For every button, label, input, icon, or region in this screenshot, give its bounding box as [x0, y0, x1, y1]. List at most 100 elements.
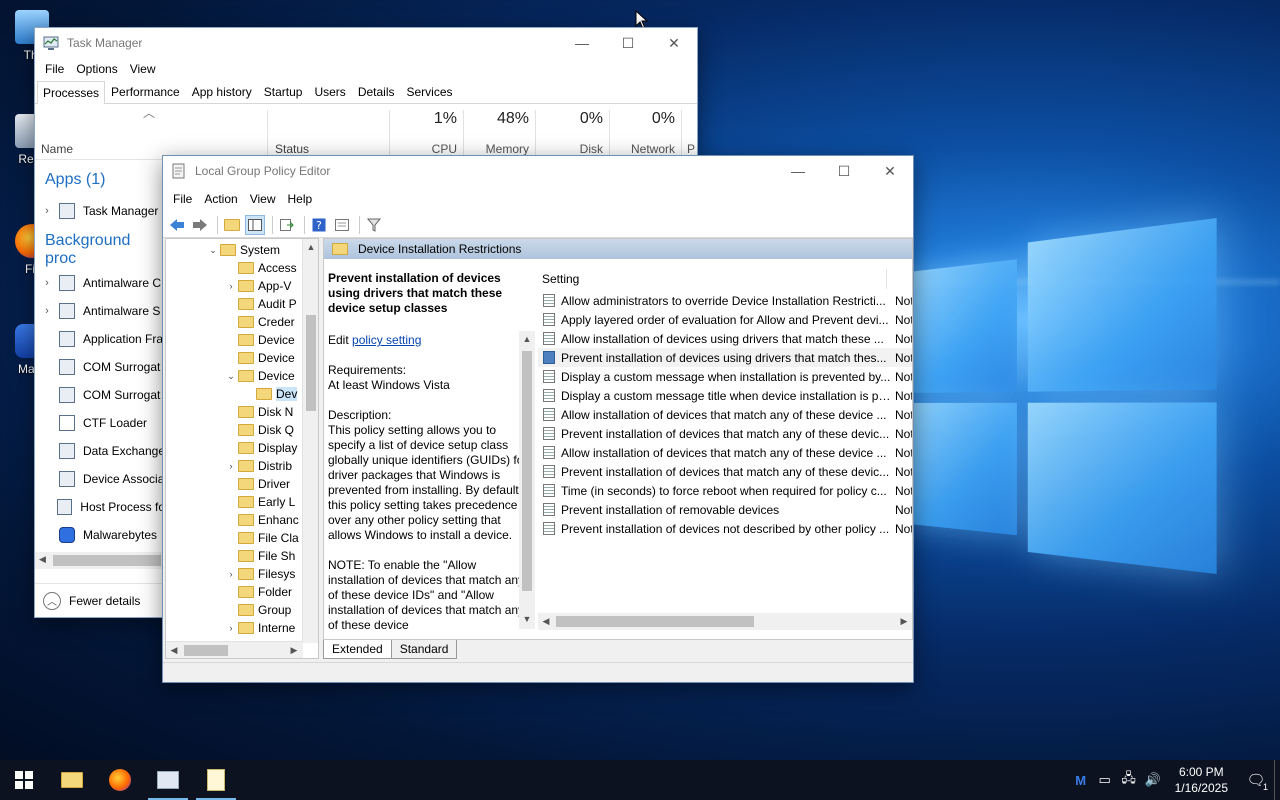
tree-item[interactable]: Group: [166, 601, 302, 619]
column-name[interactable]: Name: [41, 142, 73, 156]
scroll-left-icon[interactable]: ◀: [538, 613, 554, 629]
tab-services[interactable]: Services: [401, 80, 459, 103]
menu-view[interactable]: View: [244, 192, 282, 206]
scrollbar-thumb[interactable]: [522, 351, 532, 591]
scroll-left-icon[interactable]: ◀: [166, 642, 182, 658]
process-row[interactable]: Malwarebytes: [35, 521, 165, 549]
volume-icon[interactable]: 🔊: [1141, 772, 1165, 788]
tree-expander-icon[interactable]: ›: [224, 461, 238, 471]
setting-row[interactable]: Allow installation of devices using driv…: [538, 329, 912, 348]
process-row[interactable]: COM Surrogat: [35, 353, 165, 381]
settings-horizontal-scrollbar[interactable]: ◀ ▶: [538, 613, 912, 630]
expand-chevron-icon[interactable]: ›: [35, 277, 59, 289]
tree-item[interactable]: Folder: [166, 583, 302, 601]
tab-performance[interactable]: Performance: [105, 80, 186, 103]
tab-app-history[interactable]: App history: [186, 80, 258, 103]
column-status[interactable]: Status: [275, 142, 309, 156]
tree-item[interactable]: ⌄ Device: [166, 367, 302, 385]
tree-item[interactable]: Early L: [166, 493, 302, 511]
scroll-down-icon[interactable]: ▼: [519, 611, 535, 627]
tree-item[interactable]: File Cla: [166, 529, 302, 547]
menu-action[interactable]: Action: [198, 192, 243, 206]
setting-row[interactable]: Prevent installation of devices that mat…: [538, 424, 912, 443]
column-network[interactable]: Network: [609, 142, 675, 156]
show-hide-tree-icon[interactable]: [245, 214, 265, 235]
description-scrollbar[interactable]: ▲ ▼: [519, 331, 535, 629]
setting-row[interactable]: Time (in seconds) to force reboot when r…: [538, 481, 912, 500]
scroll-right-icon[interactable]: ▶: [896, 613, 912, 629]
tree-item[interactable]: Device: [166, 331, 302, 349]
back-arrow-icon[interactable]: [167, 215, 187, 235]
fewer-details-link[interactable]: Fewer details: [69, 594, 140, 608]
tree-item[interactable]: › Interne: [166, 619, 302, 637]
tab-processes[interactable]: Processes: [37, 81, 106, 104]
setting-row[interactable]: Allow installation of devices that match…: [538, 405, 912, 424]
scrollbar-thumb[interactable]: [53, 555, 161, 566]
taskbar-firefox[interactable]: [96, 760, 144, 800]
setting-row[interactable]: Display a custom message title when devi…: [538, 386, 912, 405]
forward-arrow-icon[interactable]: [190, 215, 210, 235]
menu-file[interactable]: File: [39, 62, 70, 76]
taskbar-group-policy-editor[interactable]: [192, 760, 240, 800]
up-folder-icon[interactable]: [222, 215, 242, 235]
clock[interactable]: 6:00 PM 1/16/2025: [1175, 764, 1228, 796]
tree-item[interactable]: Disk Q: [166, 421, 302, 439]
expand-chevron-icon[interactable]: ›: [35, 305, 59, 317]
process-row[interactable]: COM Surrogat: [35, 381, 165, 409]
tree-item[interactable]: ⌄ System: [166, 241, 302, 259]
scroll-left-icon[interactable]: ◀: [39, 554, 46, 565]
scroll-up-icon[interactable]: ▲: [303, 239, 318, 255]
tree-expander-icon[interactable]: ⌄: [224, 371, 238, 382]
column-memory[interactable]: Memory: [463, 142, 529, 156]
process-row[interactable]: Data Exchange: [35, 437, 165, 465]
scrollbar-thumb[interactable]: [306, 315, 316, 411]
menu-file[interactable]: File: [167, 192, 198, 206]
tree-expander-icon[interactable]: ›: [224, 569, 238, 579]
process-row[interactable]: › Task Manager: [35, 197, 165, 225]
scrollbar-thumb[interactable]: [556, 616, 754, 627]
setting-row[interactable]: Prevent installation of removable device…: [538, 500, 912, 519]
scroll-up-icon[interactable]: ▲: [519, 331, 535, 347]
tree-item[interactable]: › Distrib: [166, 457, 302, 475]
process-row[interactable]: Host Process fo: [35, 493, 165, 521]
tree-item[interactable]: Audit P: [166, 295, 302, 313]
properties-icon[interactable]: [332, 215, 352, 235]
tree-item[interactable]: › App-V: [166, 277, 302, 295]
horizontal-scrollbar[interactable]: ◀: [35, 552, 165, 569]
process-row[interactable]: › Antimalware S: [35, 297, 165, 325]
tree-item[interactable]: Display: [166, 439, 302, 457]
process-row[interactable]: Device Associa: [35, 465, 165, 493]
tree-item[interactable]: Creder: [166, 313, 302, 331]
start-button[interactable]: [0, 760, 48, 800]
column-cpu[interactable]: CPU: [389, 142, 457, 156]
tree-item[interactable]: › Filesys: [166, 565, 302, 583]
tree-expander-icon[interactable]: ›: [224, 281, 238, 291]
filter-icon[interactable]: [364, 215, 384, 235]
scrollbar-thumb[interactable]: [184, 645, 228, 656]
setting-row[interactable]: Display a custom message when installati…: [538, 367, 912, 386]
maximize-button[interactable]: ☐: [605, 28, 651, 58]
close-button[interactable]: ✕: [651, 28, 697, 58]
menu-help[interactable]: Help: [282, 192, 319, 206]
gpedit-titlebar[interactable]: Local Group Policy Editor — ☐ ✕: [163, 156, 913, 186]
setting-row[interactable]: Prevent installation of devices using dr…: [538, 348, 912, 367]
expand-chevron-icon[interactable]: ›: [35, 205, 59, 217]
close-button[interactable]: ✕: [867, 156, 913, 186]
export-list-icon[interactable]: [277, 215, 297, 235]
malwarebytes-tray-icon[interactable]: M: [1069, 773, 1093, 788]
setting-row[interactable]: Allow installation of devices that match…: [538, 443, 912, 462]
tree-item[interactable]: Enhanc: [166, 511, 302, 529]
tree-vertical-scrollbar[interactable]: ▲: [302, 239, 318, 643]
taskbar-file-explorer[interactable]: [48, 760, 96, 800]
setting-row[interactable]: Prevent installation of devices not desc…: [538, 519, 912, 538]
minimize-button[interactable]: —: [775, 156, 821, 186]
tree-item[interactable]: Device: [166, 349, 302, 367]
tablet-icon[interactable]: ▭: [1093, 772, 1117, 788]
setting-row[interactable]: Allow administrators to override Device …: [538, 291, 912, 310]
help-icon[interactable]: ?: [309, 215, 329, 235]
tab-details[interactable]: Details: [352, 80, 401, 103]
scroll-right-icon[interactable]: ▶: [286, 642, 302, 658]
tree-expander-icon[interactable]: ⌄: [206, 245, 220, 256]
action-center-button[interactable]: 🗨 1: [1238, 760, 1274, 800]
tree-item[interactable]: File Sh: [166, 547, 302, 565]
